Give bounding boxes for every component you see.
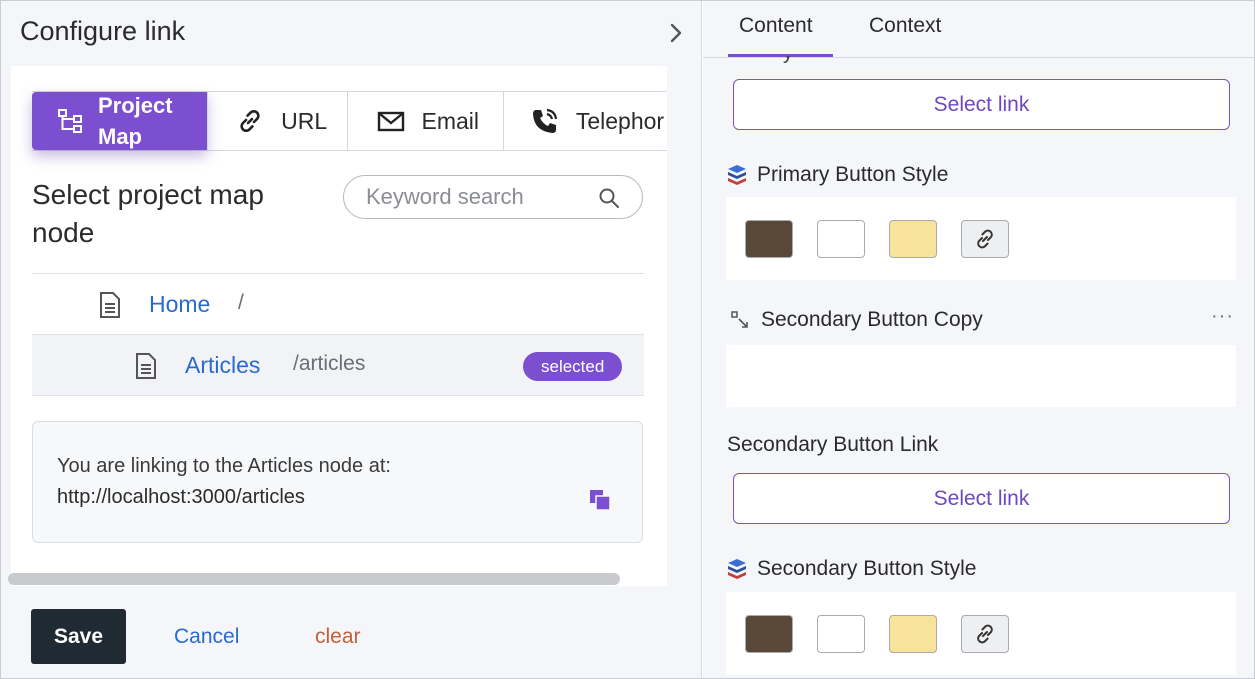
tab-email-label: Email [421,107,480,134]
primary-style-swatches [726,197,1236,280]
section-title: Select project map node [32,179,264,248]
link-info-url: http://localhost:3000/articles [57,486,305,508]
tree-node-path: /articles [293,352,366,375]
color-swatch-white[interactable] [817,220,865,258]
document-icon [100,292,120,318]
dialog-title: Configure link [20,16,186,46]
tab-context[interactable]: Context [869,14,941,38]
tab-content[interactable]: Content [739,14,813,38]
tree-node-link[interactable]: Home [149,291,210,318]
link-icon [977,624,993,644]
configure-link-dialog: Configure link Project Map URL Email Tel… [1,1,702,678]
secondary-style-swatches [726,592,1236,675]
horizontal-scrollbar[interactable] [8,573,620,585]
cut-off-label: y [783,56,843,63]
search-input[interactable] [366,184,596,210]
link-icon [977,229,993,249]
link-icon [240,109,260,133]
tab-telephone-label: Telephor [575,107,665,134]
clear-button[interactable]: clear [315,625,361,649]
tab-project-map[interactable]: Project Map [32,92,208,150]
color-swatch-yellow[interactable] [889,220,937,258]
tree-node-link[interactable]: Articles [185,352,260,379]
color-swatch-yellow[interactable] [889,615,937,653]
link-config-card: Project Map URL Email Telephor Select pr… [11,66,667,586]
tab-project-map-label: Project Map [98,93,173,149]
tab-url-label: URL [281,107,328,134]
tab-telephone[interactable]: Telephor [502,92,667,150]
secondary-button-copy-field[interactable] [726,345,1236,407]
tree-node-path: / [238,291,244,314]
panel-tabs: Content Context [703,1,1254,58]
primary-select-link-button[interactable]: Select link [733,79,1230,130]
color-swatch-white[interactable] [817,615,865,653]
search-box [343,175,643,219]
document-icon [136,353,156,379]
color-swatch-brown[interactable] [745,220,793,258]
chevron-right-icon[interactable] [665,21,687,45]
link-type-tabs: Project Map URL Email Telephor [32,91,667,151]
mail-icon [377,111,404,132]
copy-icon[interactable] [589,489,611,511]
selected-badge: selected [523,352,623,381]
color-swatch-brown[interactable] [745,615,793,653]
tab-email[interactable]: Email [346,92,503,150]
secondary-button-link-label: Secondary Button Link [727,433,939,456]
secondary-button-style-label: Secondary Button Style [727,557,976,581]
primary-button-style-label: Primary Button Style [727,163,948,187]
tab-url[interactable]: URL [207,92,346,150]
more-options-icon[interactable]: ··· [1211,305,1234,328]
expand-arrows-icon [731,311,748,328]
secondary-select-link-button[interactable]: Select link [733,473,1230,524]
link-info-box: You are linking to the Articles node at:… [32,421,643,543]
layers-icon [728,165,746,185]
tree-row-articles[interactable]: Articles /articles selected [32,335,644,396]
cancel-button[interactable]: Cancel [174,625,239,649]
link-info-message: You are linking to the Articles node at: [57,455,391,477]
secondary-button-copy-label: Secondary Button Copy [731,308,983,332]
tree-row-home[interactable]: Home / [32,274,644,335]
search-icon[interactable] [598,187,620,209]
style-link-swatch[interactable] [961,220,1009,258]
save-button[interactable]: Save [31,609,126,664]
fields-panel: Content Context y Select link Primary Bu… [703,1,1254,678]
project-map-tree: Home / Articles /articles selected [32,273,644,396]
layers-icon [728,559,746,579]
phone-icon [532,108,557,133]
sitemap-icon [58,109,82,133]
style-link-swatch[interactable] [961,615,1009,653]
